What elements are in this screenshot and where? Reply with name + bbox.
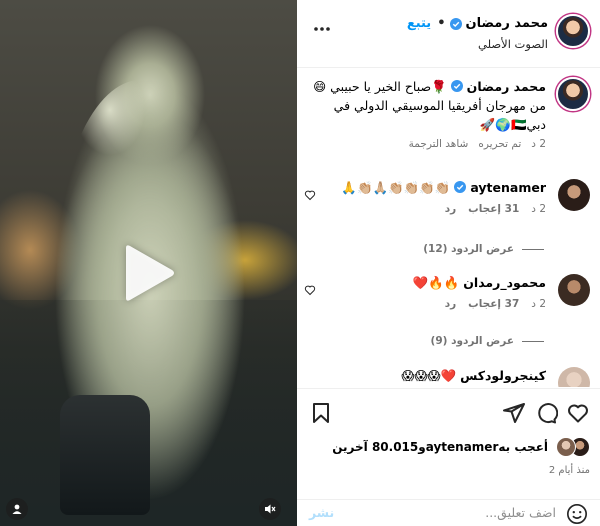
view-replies-label: عرض الردود (12) — [423, 243, 514, 255]
comment-meta: 2 د 31 إعجاب رد — [300, 203, 546, 215]
comment-icon[interactable] — [534, 401, 558, 425]
reply-button[interactable]: رد — [445, 203, 456, 215]
comments-list[interactable]: محمد رمضان 🌹صباح الخير يا حبيبي 😄 من مهر… — [297, 69, 600, 387]
user-tag-button[interactable] — [6, 498, 28, 520]
verified-icon — [450, 80, 463, 92]
user-tag-icon — [12, 504, 22, 514]
likes-text[interactable]: أعجب بهaytenamerو80.015 آخرين — [332, 440, 548, 454]
comment-body: كينجرولودكس ❤️😱😱😱 — [300, 367, 546, 385]
caption-username[interactable]: محمد رمضان — [467, 79, 546, 94]
view-replies-button[interactable]: عرض الردود (12) — [423, 243, 544, 255]
comment-body: محمود_رمدان 🔥🔥❤️ — [300, 274, 546, 292]
likes-row[interactable]: أعجب بهaytenamerو80.015 آخرين — [332, 437, 590, 457]
caption-avatar[interactable] — [556, 77, 590, 111]
play-button[interactable] — [118, 242, 180, 304]
avatar — [556, 437, 576, 457]
avatar[interactable] — [556, 14, 590, 48]
comment-username[interactable]: aytenamer — [470, 180, 546, 195]
comment-likes[interactable]: 37 إعجاب — [468, 298, 519, 310]
verified-icon — [449, 17, 462, 30]
emoji-icon[interactable] — [566, 503, 588, 525]
add-comment-bar: اضف تعليق... نشر — [297, 499, 600, 526]
header-username[interactable]: محمد رمضان — [466, 16, 549, 31]
comment-meta: 2 د 37 إعجاب رد — [300, 298, 546, 310]
heart-icon[interactable] — [304, 189, 316, 201]
mute-icon — [265, 504, 276, 514]
comment-item: كينجرولودكس ❤️😱😱😱 — [300, 367, 590, 387]
follow-button[interactable]: يتبع — [407, 16, 431, 31]
post-caption: محمد رمضان 🌹صباح الخير يا حبيبي 😄 من مهر… — [300, 77, 590, 150]
view-replies-label: عرض الردود (9) — [430, 335, 514, 347]
more-horizontal-icon[interactable] — [313, 26, 331, 32]
comment-text: 🔥🔥❤️ — [412, 275, 460, 290]
heart-icon[interactable] — [304, 284, 316, 296]
header-name-row: محمد رمضان • يتبع — [407, 16, 548, 31]
heart-icon[interactable] — [566, 401, 590, 425]
post-time[interactable]: منذ أيام 2 — [549, 465, 590, 476]
post-header: محمد رمضان • يتبع الصوت الأصلي — [297, 0, 600, 68]
comment-text: ❤️😱😱😱 — [401, 368, 457, 383]
comment-avatar[interactable] — [558, 179, 590, 211]
post-comment-button[interactable]: نشر — [309, 505, 334, 520]
caption-text: محمد رمضان 🌹صباح الخير يا حبيبي 😄 من مهر… — [300, 77, 546, 134]
comment-time: 2 د — [531, 203, 546, 215]
comment-time: 2 د — [531, 298, 546, 310]
reply-button[interactable]: رد — [445, 298, 456, 310]
performer-legs — [60, 395, 150, 515]
audio-label[interactable]: الصوت الأصلي — [478, 37, 548, 51]
comment-avatar[interactable] — [558, 367, 590, 387]
comment-item: محمود_رمدان 🔥🔥❤️ 2 د 37 إعجاب رد — [300, 274, 590, 334]
share-icon[interactable] — [502, 401, 526, 425]
caption-time: 2 د — [531, 138, 546, 150]
caption-line-3: دبي🇦🇪🌍🚀 — [479, 117, 546, 132]
post-video[interactable] — [0, 0, 297, 526]
caption-line-1: 🌹صباح الخير يا حبيبي 😄 — [313, 79, 447, 94]
caption-line-2: من مهرجان أفريقيا الموسيقي الدولي في — [333, 98, 546, 113]
bookmark-icon[interactable] — [309, 401, 333, 425]
comment-body: aytenamer 👏🏼👏🏼👏🏼👏🏼🙏🏼👏🏼🙏 — [300, 179, 546, 197]
caption-edited: تم تحريره — [478, 138, 522, 150]
caption-meta: 2 د تم تحريره شاهد الترجمة — [300, 138, 546, 150]
comment-username[interactable]: محمود_رمدان — [463, 275, 546, 290]
post-sidebar: محمد رمضان • يتبع الصوت الأصلي محمد رمضا… — [297, 0, 600, 526]
liker-avatars — [554, 437, 590, 457]
dot-separator: • — [437, 16, 446, 31]
comment-username[interactable]: كينجرولودكس — [460, 368, 546, 383]
play-icon — [126, 245, 174, 301]
post-actions: أعجب بهaytenamerو80.015 آخرين منذ أيام 2… — [297, 388, 600, 526]
comment-item: aytenamer 👏🏼👏🏼👏🏼👏🏼🙏🏼👏🏼🙏 2 د 31 إعجاب رد — [300, 179, 590, 239]
replies-line — [522, 248, 544, 250]
comment-text: 👏🏼👏🏼👏🏼👏🏼🙏🏼👏🏼🙏 — [341, 180, 451, 195]
replies-line — [522, 340, 544, 342]
verified-icon — [454, 181, 467, 193]
comment-likes[interactable]: 31 إعجاب — [468, 203, 519, 215]
see-translation-link[interactable]: شاهد الترجمة — [409, 138, 469, 150]
mute-button[interactable] — [259, 498, 281, 520]
comment-avatar[interactable] — [558, 274, 590, 306]
action-bar — [297, 401, 600, 427]
comment-input[interactable]: اضف تعليق... — [485, 505, 556, 520]
view-replies-button[interactable]: عرض الردود (9) — [431, 335, 544, 347]
